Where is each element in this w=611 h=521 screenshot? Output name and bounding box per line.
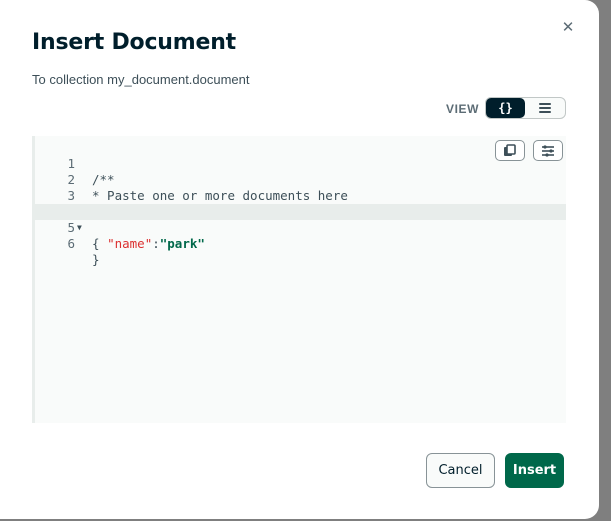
copy-button[interactable]	[495, 140, 525, 161]
dialog-subtitle: To collection my_document.document	[32, 72, 250, 87]
cancel-button[interactable]: Cancel	[426, 453, 495, 488]
editor-line: 1 /**	[35, 140, 566, 187]
line-number: 6	[67, 236, 75, 251]
editor-line: 2 * Paste one or more documents here	[35, 156, 566, 203]
editor-line: 6 }	[35, 220, 566, 267]
code-text: }	[92, 252, 100, 267]
list-view-button[interactable]	[525, 98, 564, 118]
format-icon	[542, 144, 554, 157]
json-view-button[interactable]: {}	[486, 98, 525, 118]
document-editor[interactable]: 1 /** 2 * Paste one or more documents he…	[32, 136, 566, 423]
editor-line: 3 */	[35, 172, 566, 219]
editor-line: 4 ▼ {	[35, 188, 566, 251]
dialog-title: Insert Document	[32, 30, 236, 55]
list-view-icon	[538, 103, 551, 113]
insert-document-dialog: ✕ Insert Document To collection my_docum…	[0, 0, 599, 519]
editor-line-active: 5 "name":"park"	[35, 204, 566, 251]
view-label: VIEW	[446, 102, 480, 116]
json-view-icon: {}	[498, 101, 513, 115]
code-text: "name":"park"	[92, 236, 205, 252]
close-icon[interactable]: ✕	[560, 18, 576, 36]
copy-icon	[504, 144, 516, 156]
json-key: "name"	[107, 236, 153, 251]
insert-button[interactable]: Insert	[505, 453, 564, 488]
json-value: "park"	[159, 236, 205, 251]
view-toggle: {}	[485, 97, 566, 119]
json-colon: :	[152, 236, 160, 251]
format-button[interactable]	[533, 140, 563, 161]
